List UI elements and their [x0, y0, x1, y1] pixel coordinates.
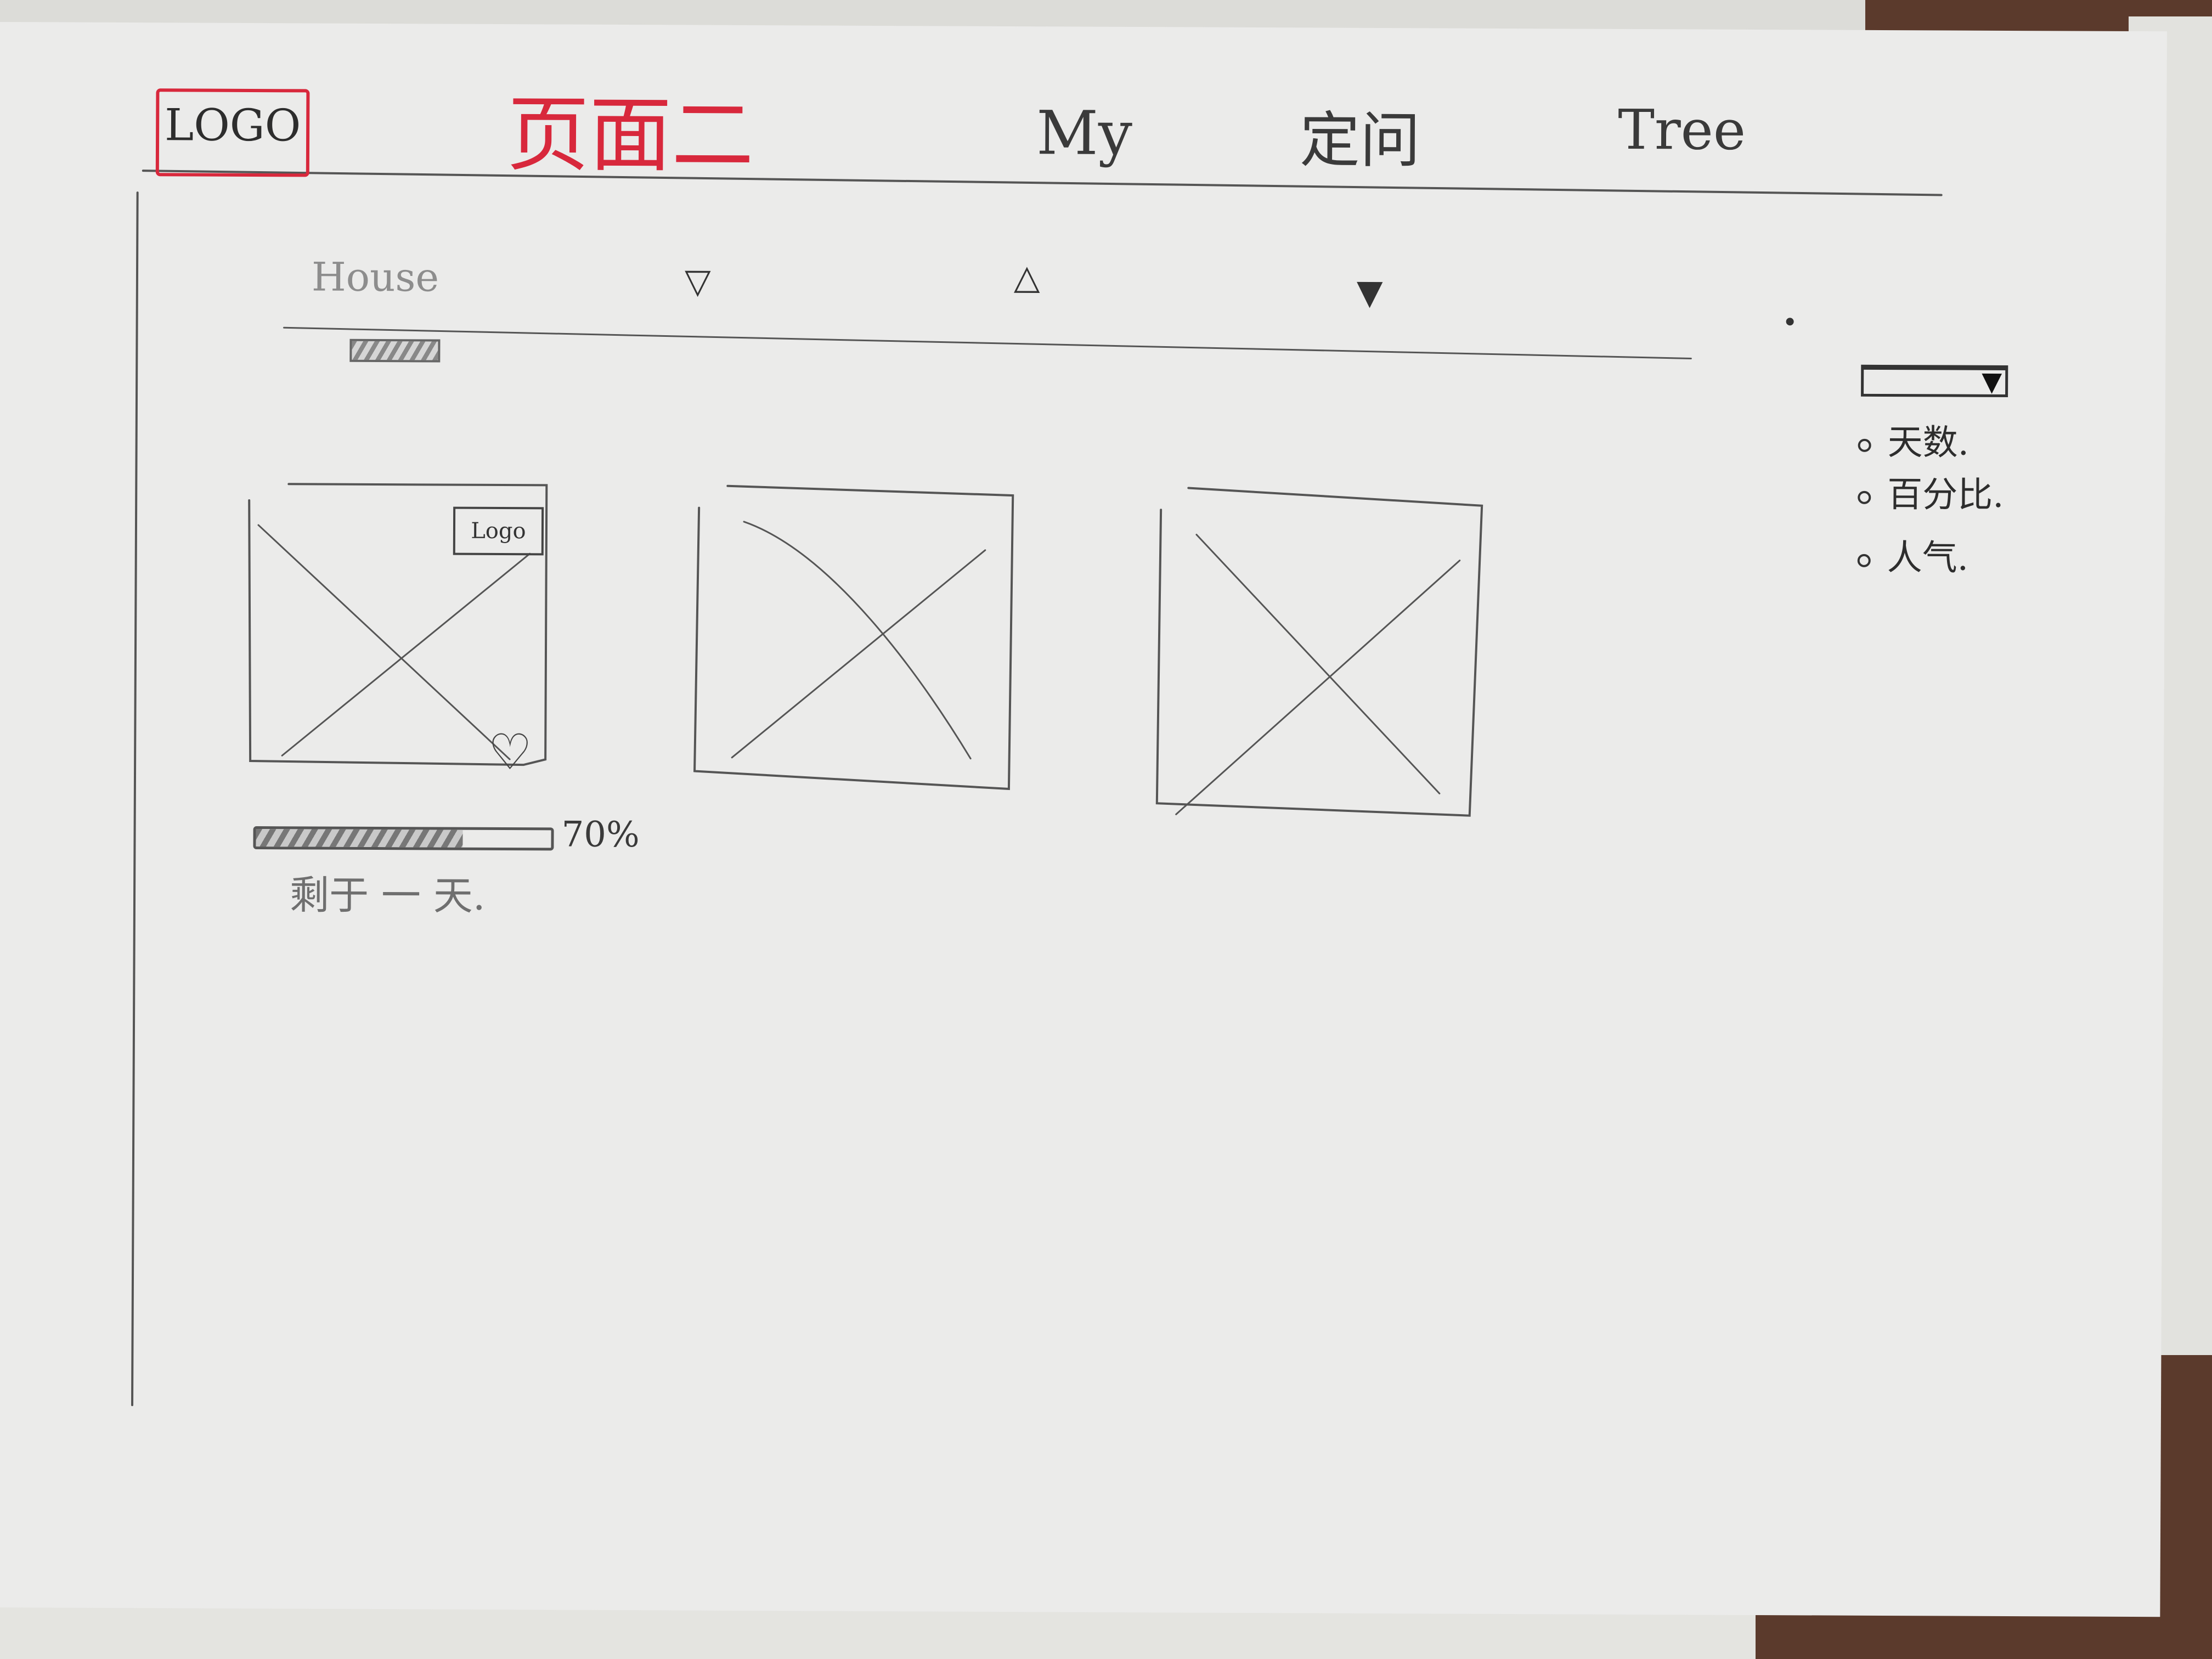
- nav-item-tree[interactable]: Tree: [1618, 98, 1746, 162]
- card-3-image-placeholder: [1155, 487, 1483, 817]
- radio-bullet[interactable]: [1858, 490, 1871, 504]
- sort-option-label: 天数.: [1887, 422, 1970, 464]
- remaining-days-label: 剩于 一 天.: [289, 872, 486, 919]
- sort-option-label: 人气.: [1887, 538, 1969, 579]
- sort-option-label: 百分比.: [1887, 475, 2004, 516]
- radio-bullet[interactable]: [1858, 438, 1871, 452]
- triangle-up-icon[interactable]: △: [1014, 257, 1040, 297]
- sort-dropdown[interactable]: ▼: [1861, 364, 2008, 397]
- chevron-down-icon[interactable]: ▼: [1982, 366, 2002, 397]
- wireframe-paper: LOGO 页面二 My 定问 Tree House ▽ △ ▼ ▼ 天数. 百分…: [0, 22, 2167, 1617]
- header-divider: [142, 170, 1943, 196]
- triangle-down-icon[interactable]: ▽: [685, 261, 711, 301]
- tab-house[interactable]: House: [312, 253, 439, 300]
- sort-option-percentage[interactable]: 百分比.: [1858, 466, 2004, 517]
- sort-option-popularity[interactable]: 人气.: [1857, 529, 1969, 580]
- left-frame-line: [131, 191, 139, 1407]
- progress-bar: [253, 826, 554, 851]
- progress-percent: 70%: [561, 814, 640, 856]
- nav-item-2[interactable]: 定问: [1300, 91, 1421, 179]
- page-title: 页面二: [506, 87, 754, 184]
- radio-bullet[interactable]: [1857, 554, 1871, 567]
- progress-fill: [256, 829, 463, 848]
- nav-item-my[interactable]: My: [1036, 98, 1132, 168]
- stray-pencil-dot: [1786, 318, 1794, 326]
- card-logo: Logo: [453, 506, 544, 556]
- sort-option-days[interactable]: 天数.: [1858, 414, 1970, 465]
- filter-divider: [283, 326, 1692, 359]
- heart-icon[interactable]: ♡: [488, 724, 532, 781]
- active-tab-indicator: [349, 338, 441, 363]
- triangle-down-filled-icon[interactable]: ▼: [1357, 272, 1383, 312]
- logo[interactable]: LOGO: [164, 99, 301, 151]
- card-2-image-placeholder: [693, 484, 1014, 791]
